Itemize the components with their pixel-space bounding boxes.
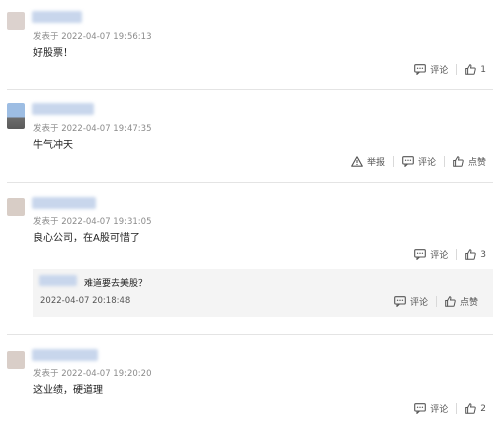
thumbs-up-icon — [453, 156, 464, 167]
comment-label: 评论 — [430, 251, 449, 261]
reply-comment-button[interactable]: 评论 — [394, 295, 428, 308]
comment-label: 评论 — [430, 405, 449, 415]
username[interactable] — [32, 103, 94, 115]
reply-like-button[interactable]: 点赞 — [445, 295, 478, 308]
divider — [456, 249, 458, 260]
comment-label: 评论 — [417, 158, 436, 168]
thumbs-up-icon — [465, 64, 477, 75]
like-button[interactable]: 1 — [465, 64, 486, 75]
comment-item: 发表于 2022-04-07 19:47:35 牛气冲天 举报 评论 点赞 — [0, 90, 500, 183]
post-meta: 发表于 2022-04-07 19:56:13 — [33, 32, 152, 42]
comment-label: 评论 — [409, 298, 428, 308]
like-button[interactable]: 3 — [465, 249, 486, 260]
like-label: 点赞 — [467, 158, 486, 168]
avatar[interactable] — [7, 351, 25, 369]
reply-time: 2022-04-07 20:18:48 — [40, 296, 131, 306]
comment-actions: 举报 评论 点赞 — [351, 155, 486, 168]
comment-button[interactable]: 评论 — [414, 248, 448, 261]
comment-button[interactable]: 评论 — [402, 155, 436, 168]
comment-icon — [414, 403, 427, 414]
comment-text: 良心公司，在A股可惜了 — [33, 233, 140, 244]
thumbs-up-icon — [445, 296, 456, 307]
comment-actions: 评论 3 — [414, 248, 486, 261]
comment-item: 发表于 2022-04-07 19:20:20 这业绩，硬道理 评论 2 — [0, 335, 500, 425]
like-count: 1 — [480, 64, 486, 75]
divider — [443, 156, 445, 167]
avatar[interactable] — [7, 103, 25, 129]
divider — [392, 156, 394, 167]
comment-item: 发表于 2022-04-07 19:56:13 好股票！ 评论 1 — [0, 0, 500, 90]
thumbs-up-icon — [465, 249, 477, 260]
username[interactable] — [32, 349, 98, 361]
post-meta: 发表于 2022-04-07 19:47:35 — [33, 124, 152, 134]
like-button[interactable]: 2 — [465, 403, 486, 414]
username[interactable] — [32, 197, 96, 209]
like-count: 3 — [480, 249, 486, 260]
divider — [456, 403, 458, 414]
comment-icon — [414, 64, 427, 75]
comment-label: 评论 — [430, 66, 449, 76]
reply-box: 难道要去美股？ 2022-04-07 20:18:48 评论 点赞 — [33, 269, 493, 317]
like-button[interactable]: 点赞 — [453, 155, 486, 168]
warning-icon — [351, 156, 363, 167]
comment-item: 发表于 2022-04-07 19:31:05 良心公司，在A股可惜了 评论 3… — [0, 183, 500, 335]
comment-icon — [414, 249, 427, 260]
like-label: 点赞 — [459, 298, 478, 308]
divider — [435, 296, 437, 307]
comment-icon — [402, 156, 414, 167]
avatar[interactable] — [7, 12, 25, 30]
comment-icon — [394, 296, 406, 307]
post-meta: 发表于 2022-04-07 19:31:05 — [33, 217, 152, 227]
reply-username[interactable] — [39, 275, 77, 286]
divider — [456, 64, 458, 75]
comment-button[interactable]: 评论 — [414, 402, 448, 415]
comment-actions: 评论 2 — [414, 402, 486, 415]
comment-button[interactable]: 评论 — [414, 63, 448, 76]
report-label: 举报 — [366, 158, 385, 168]
like-count: 2 — [480, 403, 486, 414]
reply-actions: 评论 点赞 — [394, 295, 478, 308]
reply-text: 难道要去美股？ — [84, 279, 148, 289]
comment-actions: 评论 1 — [414, 63, 486, 76]
post-meta: 发表于 2022-04-07 19:20:20 — [33, 369, 152, 379]
report-button[interactable]: 举报 — [351, 155, 385, 168]
comment-text: 牛气冲天 — [33, 140, 73, 151]
username[interactable] — [32, 11, 82, 23]
comment-text: 这业绩，硬道理 — [33, 385, 103, 396]
comment-text: 好股票！ — [33, 48, 73, 59]
avatar[interactable] — [7, 198, 25, 216]
thumbs-up-icon — [465, 403, 477, 414]
